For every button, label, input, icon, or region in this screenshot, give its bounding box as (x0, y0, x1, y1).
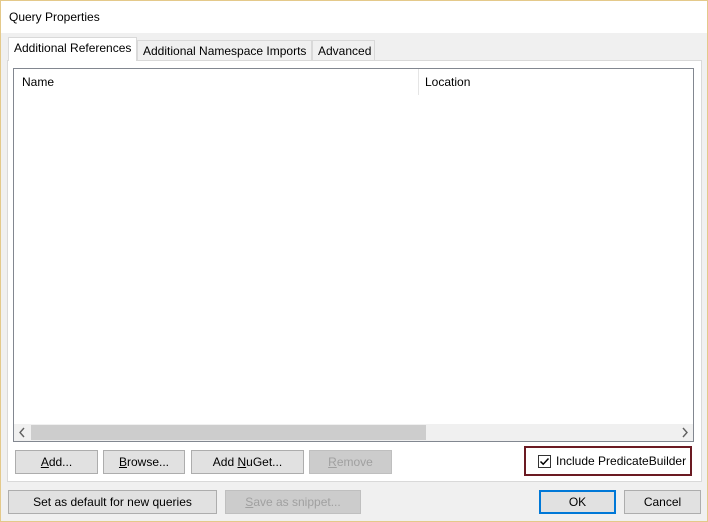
include-predicatebuilder-label[interactable]: Include PredicateBuilder (556, 454, 686, 468)
ok-button[interactable]: OK (539, 490, 616, 514)
tab-label: Advanced (318, 44, 372, 58)
tab-additional-namespace-imports[interactable]: Additional Namespace Imports (137, 40, 312, 61)
tab-additional-references[interactable]: Additional References (8, 37, 137, 61)
column-header-label: Location (425, 75, 471, 89)
button-label-suffix: uGet... (246, 455, 283, 469)
tab-label: Additional References (14, 41, 132, 55)
cancel-button[interactable]: Cancel (624, 490, 701, 514)
button-label-suffix: dd... (48, 455, 73, 469)
button-label-mnemonic: B (118, 455, 127, 469)
browse-button[interactable]: Browse... (103, 450, 185, 474)
add-button[interactable]: Add... (15, 450, 98, 474)
button-label: OK (568, 495, 587, 509)
include-predicatebuilder-group: Include PredicateBuilder (524, 446, 692, 476)
button-label-mnemonic: N (237, 455, 247, 469)
checkmark-icon (539, 457, 550, 466)
query-properties-dialog: Query Properties Additional References A… (0, 0, 708, 522)
button-label-suffix: ave as snippet... (253, 495, 341, 509)
column-header-name[interactable]: Name (14, 69, 418, 95)
include-predicatebuilder-checkbox[interactable] (538, 455, 551, 468)
chevron-right-icon[interactable] (676, 424, 693, 441)
button-label-mnemonic: A (40, 455, 49, 469)
tab-label: Additional Namespace Imports (143, 44, 307, 58)
column-header-location[interactable]: Location (418, 69, 693, 95)
button-label: Cancel (643, 495, 682, 509)
button-label-suffix: rowse... (127, 455, 170, 469)
scrollbar-thumb[interactable] (31, 425, 426, 440)
set-as-default-button[interactable]: Set as default for new queries (8, 490, 217, 514)
remove-button[interactable]: Remove (309, 450, 392, 474)
window-title: Query Properties (9, 10, 100, 24)
column-header-label: Name (22, 75, 55, 89)
chevron-left-icon[interactable] (14, 424, 31, 441)
title-bar[interactable]: Query Properties (1, 1, 707, 33)
tab-advanced[interactable]: Advanced (312, 40, 375, 61)
save-as-snippet-button[interactable]: Save as snippet... (225, 490, 361, 514)
horizontal-scrollbar[interactable] (14, 424, 693, 441)
references-list[interactable]: Name Location (13, 68, 694, 442)
button-label-suffix: emove (336, 455, 373, 469)
button-label-prefix: Add (212, 455, 238, 469)
add-nuget-button[interactable]: Add NuGet... (191, 450, 304, 474)
button-label-mnemonic: R (328, 455, 337, 469)
button-label: Set as default for new queries (33, 495, 192, 509)
